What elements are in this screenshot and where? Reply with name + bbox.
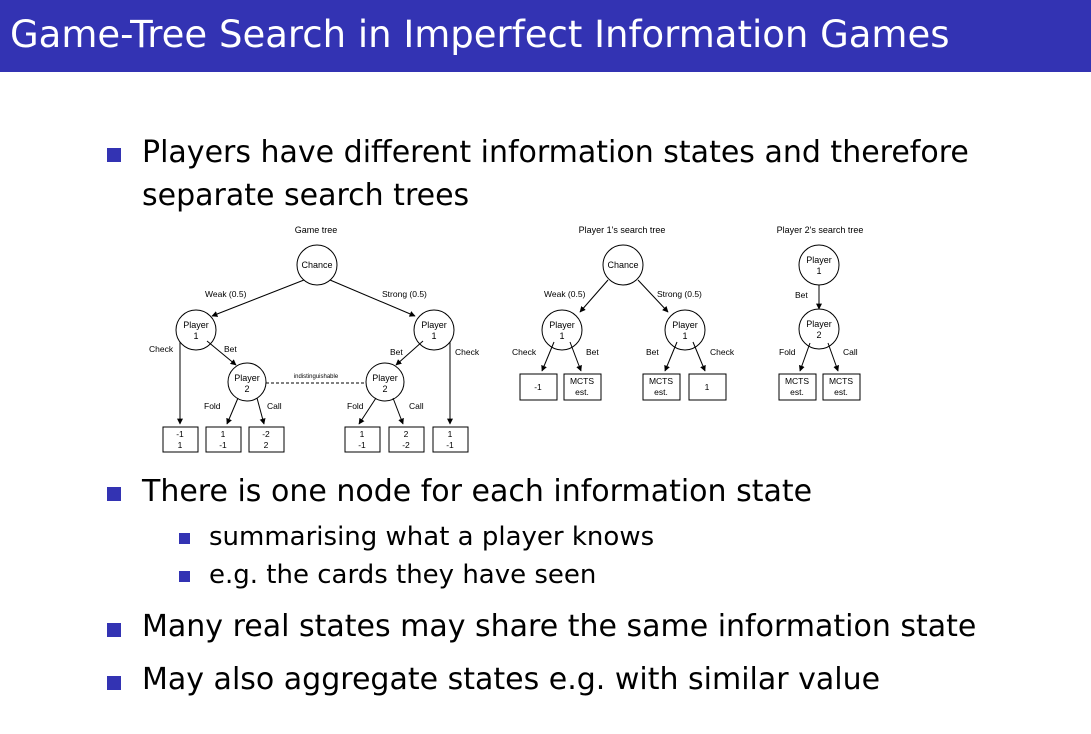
bullet-text: Many real states may share the same info… xyxy=(142,609,977,644)
leaf-value: MCTS xyxy=(649,376,673,386)
node-label: Player xyxy=(549,320,575,330)
leaf-value: 2 xyxy=(264,440,269,450)
edge-label: Fold xyxy=(347,401,364,411)
node-label: Chance xyxy=(301,260,332,270)
indistinguishable-label: indistinguishable xyxy=(294,374,339,380)
edge-label: Strong (0.5) xyxy=(657,289,702,299)
edge-label: Check xyxy=(710,347,735,357)
edge-label: Bet xyxy=(224,344,237,354)
player-node xyxy=(413,309,455,351)
leaf-value: -1 xyxy=(176,429,184,439)
node-label: 1 xyxy=(193,331,198,341)
leaf-value: MCTS xyxy=(829,376,853,386)
edge-label: Bet xyxy=(646,347,659,357)
edge-label: Check xyxy=(149,344,174,354)
node-label: Player xyxy=(234,373,260,383)
node-label: Player xyxy=(183,320,209,330)
sub-bullet-marker xyxy=(179,533,190,544)
sub-bullet-marker xyxy=(179,571,190,582)
node-label: Player xyxy=(806,255,832,265)
bullet-marker xyxy=(107,623,121,637)
node-label: 1 xyxy=(559,331,564,341)
node-label: 1 xyxy=(816,266,821,276)
game-tree-labels: Game tree Chance Weak (0.5) Strong (0.5)… xyxy=(149,225,480,450)
bullet-marker xyxy=(107,487,121,501)
leaf-value: 1 xyxy=(178,440,183,450)
edge-label: Weak (0.5) xyxy=(205,289,247,299)
player2-tree-title: Player 2's search tree xyxy=(777,225,864,235)
game-tree xyxy=(162,244,469,453)
leaf-value: -2 xyxy=(262,429,270,439)
leaf-value: est. xyxy=(834,387,848,397)
node-label: Player xyxy=(372,373,398,383)
leaf-value: MCTS xyxy=(570,376,594,386)
node-label: Player xyxy=(672,320,698,330)
player2-tree-labels: Player 2's search tree Player 1 Bet Play… xyxy=(777,225,864,397)
node-label: 2 xyxy=(244,384,249,394)
player-node xyxy=(664,309,706,351)
leaf-value: est. xyxy=(654,387,668,397)
leaf-value: 1 xyxy=(448,429,453,439)
leaf-value: 1 xyxy=(221,429,226,439)
bullet-text: There is one node for each information s… xyxy=(142,474,813,509)
node-label: Chance xyxy=(607,260,638,270)
edge-label: Fold xyxy=(779,347,796,357)
edge-label: Call xyxy=(267,401,282,411)
edge-label: Bet xyxy=(795,290,808,300)
edge-label: Check xyxy=(512,347,537,357)
node-label: Player xyxy=(421,320,447,330)
player-node xyxy=(541,309,583,351)
leaf-value: est. xyxy=(790,387,804,397)
player1-tree-labels: Player 1's search tree Chance Weak (0.5)… xyxy=(512,225,735,397)
sub-bullet-text: summarising what a player knows xyxy=(209,522,655,552)
player-node xyxy=(798,244,840,286)
edge-label: Bet xyxy=(586,347,599,357)
player-node xyxy=(798,308,840,350)
leaf-value: -2 xyxy=(402,440,410,450)
player1-tree-title: Player 1's search tree xyxy=(579,225,666,235)
bullet-text: May also aggregate states e.g. with simi… xyxy=(142,662,881,697)
edge-label: Call xyxy=(409,401,424,411)
node-label: 1 xyxy=(682,331,687,341)
leaf-value: -1 xyxy=(446,440,454,450)
node-label: 2 xyxy=(816,330,821,340)
edge-label: Strong (0.5) xyxy=(382,289,427,299)
edge-label: Check xyxy=(455,347,480,357)
leaf-value: -1 xyxy=(219,440,227,450)
leaf-value: 2 xyxy=(404,429,409,439)
bullet-marker xyxy=(107,676,121,690)
leaf-value: 1 xyxy=(705,382,710,392)
leaf-value: -1 xyxy=(358,440,366,450)
sub-bullet-text: e.g. the cards they have seen xyxy=(209,560,597,590)
node-label: 2 xyxy=(382,384,387,394)
player-node xyxy=(175,309,217,351)
node-label: 1 xyxy=(431,331,436,341)
node-label: Player xyxy=(806,319,832,329)
edge-label: Fold xyxy=(204,401,221,411)
game-tree-title: Game tree xyxy=(295,225,338,235)
leaf-value: MCTS xyxy=(785,376,809,386)
leaf-value: est. xyxy=(575,387,589,397)
edge-label: Weak (0.5) xyxy=(544,289,586,299)
edge-label: Call xyxy=(843,347,858,357)
leaf-value: -1 xyxy=(534,382,542,392)
edge-label: Bet xyxy=(390,347,403,357)
leaf-value: 1 xyxy=(360,429,365,439)
